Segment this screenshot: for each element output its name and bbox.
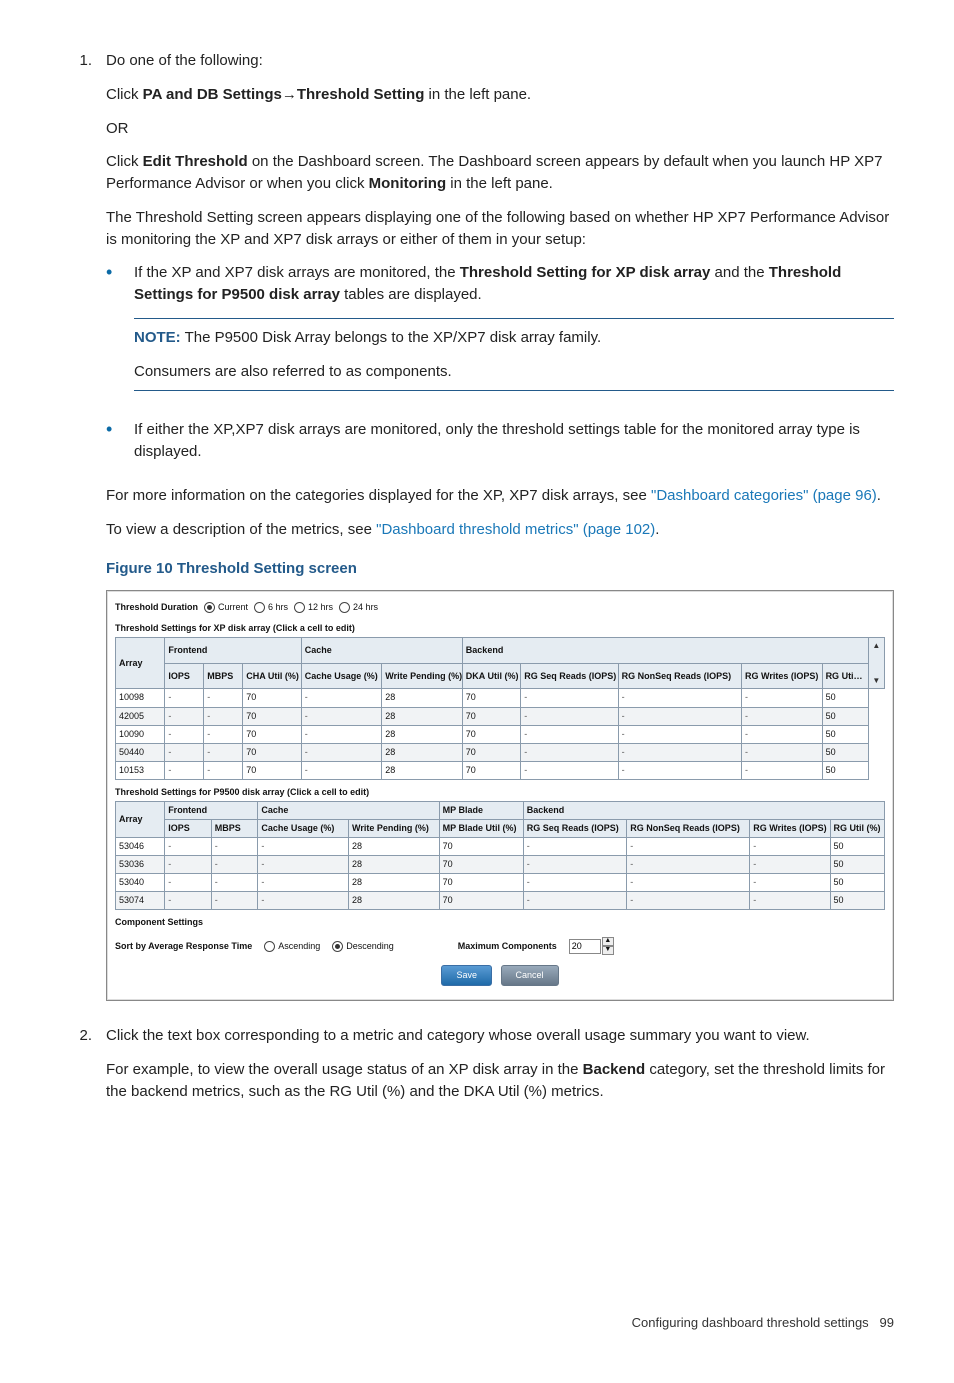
table-row: 50440--70-2870---50 — [116, 743, 885, 761]
threshold-desc: The Threshold Setting screen appears dis… — [106, 207, 894, 251]
bullet-1: • If the XP and XP7 disk arrays are moni… — [106, 262, 894, 409]
radio-icon — [254, 602, 265, 613]
step-number: 1. — [60, 50, 106, 1021]
sort-label: Sort by Average Response Time — [115, 940, 252, 953]
threshold-duration-label: Threshold Duration — [115, 601, 198, 614]
col-backend: Backend — [462, 638, 869, 664]
step-number: 2. — [60, 1025, 106, 1114]
step2-p1: Click the text box corresponding to a me… — [106, 1025, 894, 1047]
note-box: NOTE: The P9500 Disk Array belongs to th… — [134, 318, 894, 392]
cancel-button[interactable]: Cancel — [501, 965, 559, 986]
table-row: 53040---2870---50 — [116, 873, 885, 891]
step1-option-2: Click Edit Threshold on the Dashboard sc… — [106, 151, 894, 195]
dashboard-categories-link[interactable]: "Dashboard categories" (page 96) — [651, 487, 877, 504]
col-array: Array — [116, 638, 165, 689]
more-info: For more information on the categories d… — [106, 485, 894, 507]
table-row: 10153--70-2870---50 — [116, 761, 885, 779]
bullet-icon: • — [106, 262, 134, 409]
or-text: OR — [106, 118, 894, 140]
table-row: 42005--70-2870---50 — [116, 707, 885, 725]
col-frontend: Frontend — [165, 638, 301, 664]
max-components-input[interactable]: ▲▼ — [569, 937, 614, 955]
col-cache: Cache — [301, 638, 462, 664]
max-components-label: Maximum Components — [458, 940, 557, 953]
bullet-2: • If either the XP,XP7 disk arrays are m… — [106, 419, 894, 475]
table-row: 53046---2870---50 — [116, 837, 885, 855]
threshold-setting-screenshot: Threshold Duration Current 6 hrs 12 hrs … — [106, 590, 894, 1001]
step1-intro: Do one of the following: — [106, 50, 894, 72]
spinner-up-icon[interactable]: ▲ — [602, 937, 614, 946]
radio-icon — [204, 602, 215, 613]
table-row: 53074---2870---50 — [116, 891, 885, 909]
component-settings-label: Component Settings — [115, 916, 885, 929]
page-footer: Configuring dashboard threshold settings… — [60, 1314, 894, 1333]
step2-p2: For example, to view the overall usage s… — [106, 1059, 894, 1103]
p9500-threshold-table: Array Frontend Cache MP Blade Backend IO… — [115, 801, 885, 910]
threshold-metrics-link[interactable]: "Dashboard threshold metrics" (page 102) — [376, 521, 655, 538]
bullet-icon: • — [106, 419, 134, 475]
note-label: NOTE: — [134, 329, 181, 346]
radio-ascending[interactable]: Ascending — [264, 940, 320, 953]
radio-descending[interactable]: Descending — [332, 940, 394, 953]
radio-icon — [332, 941, 343, 952]
p9500-table-title: Threshold Settings for P9500 disk array … — [115, 786, 885, 799]
spinner-down-icon[interactable]: ▼ — [602, 946, 614, 955]
table-row: 53036---2870---50 — [116, 855, 885, 873]
step1-option-1: Click PA and DB Settings→Threshold Setti… — [106, 84, 894, 106]
radio-24hrs[interactable]: 24 hrs — [339, 601, 378, 614]
radio-6hrs[interactable]: 6 hrs — [254, 601, 288, 614]
radio-icon — [264, 941, 275, 952]
save-button[interactable]: Save — [441, 965, 492, 986]
step-2: 2. Click the text box corresponding to a… — [60, 1025, 894, 1114]
figure-caption: Figure 10 Threshold Setting screen — [106, 558, 894, 580]
radio-icon — [294, 602, 305, 613]
step-1: 1. Do one of the following: Click PA and… — [60, 50, 894, 1021]
table-row: 10090--70-2870---50 — [116, 725, 885, 743]
radio-icon — [339, 602, 350, 613]
xp-table-title: Threshold Settings for XP disk array (Cl… — [115, 622, 885, 635]
scrollbar[interactable]: ▲▼ — [869, 638, 885, 689]
table-row: 10098--70-2870---50 — [116, 689, 885, 707]
metrics-desc-link-line: To view a description of the metrics, se… — [106, 519, 894, 541]
radio-current[interactable]: Current — [204, 601, 248, 614]
xp-threshold-table: Array Frontend Cache Backend ▲▼ IOPS MBP… — [115, 637, 885, 780]
radio-12hrs[interactable]: 12 hrs — [294, 601, 333, 614]
